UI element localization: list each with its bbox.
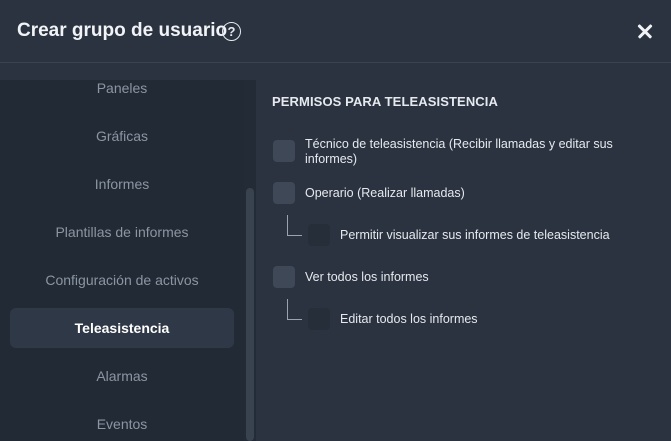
- permissions-panel: PERMISOS PARA TELEASISTENCIA Técnico de …: [256, 62, 671, 441]
- sidebar-item-eventos[interactable]: Eventos: [10, 404, 234, 441]
- tecnico-label: Técnico de teleasistencia (Recibir llama…: [305, 137, 613, 166]
- editar-todos-label: Editar todos los informes: [340, 312, 478, 326]
- sidebar-item-plantillas-de-informes[interactable]: Plantillas de informes: [10, 212, 234, 252]
- sidebar-item-configuracion-de-activos[interactable]: Configuración de activos: [10, 260, 234, 300]
- scrollbar-thumb[interactable]: [246, 188, 254, 441]
- question-circle-icon[interactable]: ?: [222, 22, 241, 41]
- sidebar-item-teleasistencia[interactable]: Teleasistencia: [10, 308, 234, 348]
- ver-todos-checkbox[interactable]: [273, 266, 295, 288]
- operario-label: Operario (Realizar llamadas): [305, 186, 465, 200]
- visualizar-informes-checkbox[interactable]: [308, 224, 330, 246]
- dialog-title: Crear grupo de usuario: [17, 20, 228, 41]
- sidebar-item-alarmas[interactable]: Alarmas: [10, 356, 234, 396]
- sidebar: Paneles Gráficas Informes Plantillas de …: [0, 80, 246, 441]
- close-icon[interactable]: [634, 20, 656, 42]
- operario-checkbox[interactable]: [273, 182, 295, 204]
- editar-todos-checkbox[interactable]: [308, 308, 330, 330]
- ver-todos-label: Ver todos los informes: [305, 270, 429, 284]
- section-title: PERMISOS PARA TELEASISTENCIA: [272, 94, 498, 109]
- tree-connector: [287, 215, 302, 236]
- visualizar-informes-label: Permitir visualizar sus informes de tele…: [340, 228, 610, 242]
- sidebar-item-graficas[interactable]: Gráficas: [10, 116, 234, 156]
- sidebar-item-paneles[interactable]: Paneles: [10, 80, 234, 108]
- dialog-header: Crear grupo de usuario ?: [0, 0, 671, 63]
- tree-connector: [287, 299, 302, 320]
- sidebar-item-informes[interactable]: Informes: [10, 164, 234, 204]
- create-user-group-dialog: Crear grupo de usuario ? Paneles Gráfica…: [0, 0, 671, 441]
- tecnico-checkbox[interactable]: [273, 140, 295, 162]
- sidebar-scrollbar[interactable]: [244, 80, 256, 441]
